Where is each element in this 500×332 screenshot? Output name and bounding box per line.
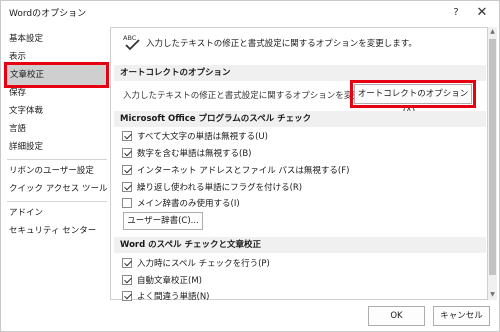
category-sidebar: 基本設定 表示 文章校正 保存 文字体裁 言語 詳細設定 リボンのユーザー設定 … xyxy=(4,29,127,301)
custom-dictionaries-button[interactable]: ユーザー辞書(C)... xyxy=(123,212,203,230)
option-frequently-confused-words[interactable]: よく間違う単語(N) xyxy=(122,290,210,304)
dialog-title: Wordのオプション xyxy=(9,9,87,19)
abc-icon-text: ABC xyxy=(123,34,137,42)
option-label: 自動文章校正(M) xyxy=(137,276,202,286)
close-button[interactable]: ✕ xyxy=(470,3,494,23)
word-spelling-section-heading: Word のスペル チェックと文章校正 xyxy=(114,237,486,253)
option-label: 数字を含む単語は無視する(B) xyxy=(137,149,252,159)
sidebar-item-proofing[interactable]: 文章校正 xyxy=(4,62,109,88)
option-ignore-internet-file-addresses[interactable]: インターネット アドレスとファイル パスは無視する(F) xyxy=(122,164,349,178)
sidebar-divider xyxy=(7,201,107,202)
sidebar-item-addins[interactable]: アドイン xyxy=(9,203,43,223)
checkbox[interactable] xyxy=(122,275,132,285)
checkbox[interactable] xyxy=(122,258,132,268)
abc-check-icon: ABC xyxy=(123,34,140,51)
autocorrect-options-button[interactable]: オートコレクトのオプション(A)... xyxy=(350,80,476,117)
sidebar-divider xyxy=(7,159,107,160)
checkbox[interactable] xyxy=(122,148,132,158)
sidebar-item-general[interactable]: 基本設定 xyxy=(9,29,43,49)
option-ignore-uppercase[interactable]: すべて大文字の単語は無視する(U) xyxy=(122,130,268,144)
word-options-dialog: Wordのオプション ? ✕ 基本設定 表示 文章校正 保存 文字体裁 言語 詳… xyxy=(0,0,500,332)
option-label: よく間違う単語(N) xyxy=(137,292,210,302)
scroll-down-icon[interactable]: ▼ xyxy=(488,290,497,300)
cancel-button[interactable]: キャンセル xyxy=(433,306,490,326)
option-label: 繰り返し使われる単語にフラグを付ける(R) xyxy=(137,183,303,193)
sidebar-item-display[interactable]: 表示 xyxy=(9,47,26,67)
sidebar-item-customize-ribbon[interactable]: リボンのユーザー設定 xyxy=(9,161,94,181)
option-label: メイン辞書のみ使用する(I) xyxy=(137,199,240,209)
option-check-spelling-as-you-type[interactable]: 入力時にスペル チェックを行う(P) xyxy=(122,257,270,271)
office-spelling-section-heading: Microsoft Office プログラムのスペル チェック xyxy=(114,111,486,127)
option-ignore-numbers[interactable]: 数字を含む単語は無視する(B) xyxy=(122,147,251,161)
checkbox[interactable] xyxy=(122,291,132,301)
help-button[interactable]: ? xyxy=(444,3,468,23)
checkbox[interactable] xyxy=(122,165,132,175)
option-main-dictionary-only[interactable]: メイン辞書のみ使用する(I) xyxy=(122,197,240,211)
scroll-up-icon[interactable]: ▲ xyxy=(488,27,497,37)
checkbox[interactable] xyxy=(122,182,132,192)
checkbox[interactable] xyxy=(122,198,132,208)
option-label: 入力時にスペル チェックを行う(P) xyxy=(137,259,270,269)
checkbox[interactable] xyxy=(122,131,132,141)
sidebar-item-trust-center[interactable]: セキュリティ センター xyxy=(9,221,96,241)
scroll-thumb[interactable] xyxy=(489,39,496,275)
sidebar-item-language[interactable]: 言語 xyxy=(9,119,26,139)
page-description: 入力したテキストの修正と書式設定に関するオプションを変更します。 xyxy=(146,39,417,49)
title-bar: Wordのオプション ? ✕ xyxy=(1,1,499,25)
option-auto-grammar-check[interactable]: 自動文章校正(M) xyxy=(122,274,202,288)
sidebar-item-save[interactable]: 保存 xyxy=(9,83,26,103)
vertical-scrollbar[interactable]: ▲ ▼ xyxy=(488,27,497,300)
autocorrect-section-heading: オートコレクトのオプション xyxy=(114,65,486,81)
option-label: すべて大文字の単語は無視する(U) xyxy=(137,132,268,142)
option-flag-repeated-words[interactable]: 繰り返し使われる単語にフラグを付ける(R) xyxy=(122,181,302,195)
option-label: インターネット アドレスとファイル パスは無視する(F) xyxy=(137,166,350,176)
sidebar-item-advanced[interactable]: 詳細設定 xyxy=(9,137,43,157)
ok-button[interactable]: OK xyxy=(368,306,425,326)
sidebar-item-typography[interactable]: 文字体裁 xyxy=(9,101,43,121)
